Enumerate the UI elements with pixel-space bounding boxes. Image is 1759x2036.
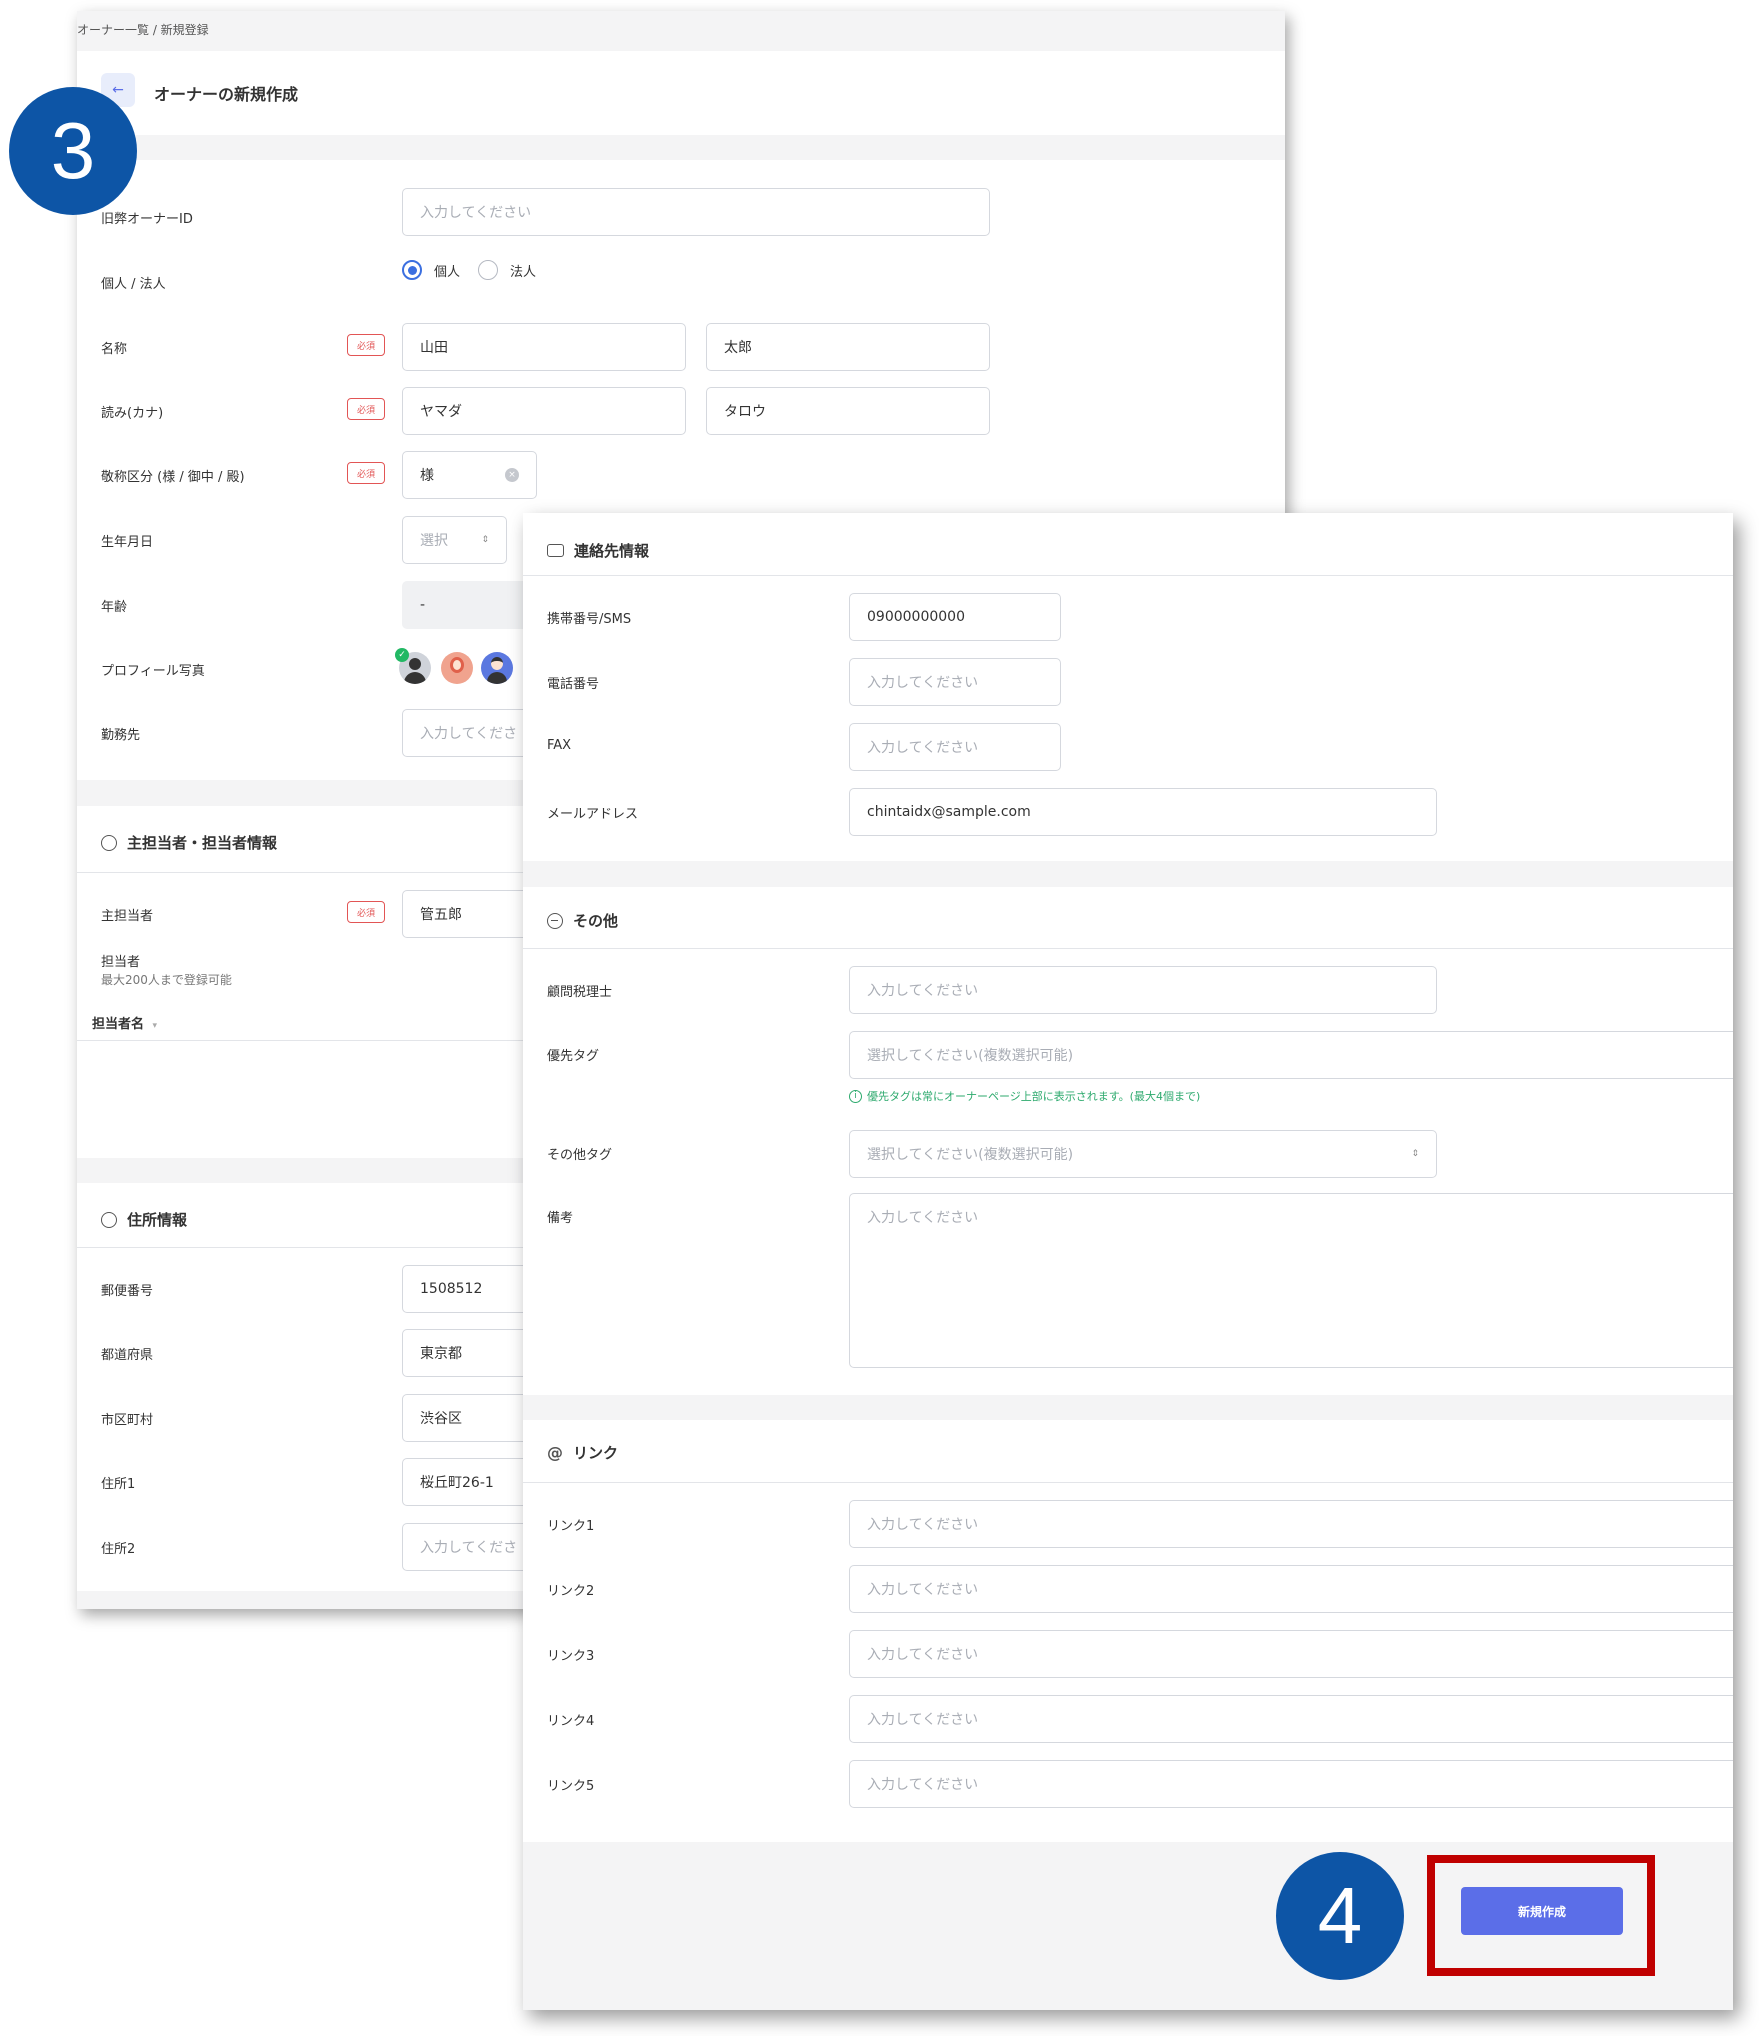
link5-input[interactable]: 入力してください bbox=[849, 1760, 1733, 1808]
required-badge: 必須 bbox=[347, 334, 385, 356]
mobile-label: 携帯番号/SMS bbox=[547, 612, 632, 627]
divider bbox=[523, 1482, 1733, 1483]
sort-icon: ⇕ bbox=[481, 535, 489, 545]
arrow-left-icon: ← bbox=[112, 82, 124, 98]
link4-label: リンク4 bbox=[547, 1714, 595, 1729]
link4-input[interactable]: 入力してください bbox=[849, 1695, 1733, 1743]
workplace-label: 勤務先 bbox=[101, 728, 141, 743]
mail-icon bbox=[547, 544, 564, 557]
old-owner-id-label: 旧弊オーナーID bbox=[101, 212, 193, 227]
other-card: その他 顧問税理士 入力してください 優先タグ 選択してください(複数選択可能)… bbox=[523, 887, 1733, 1395]
first-kana-input[interactable]: タロウ bbox=[706, 387, 990, 435]
required-badge: 必須 bbox=[347, 462, 385, 484]
at-icon: @ bbox=[547, 1443, 563, 1462]
info-icon: i bbox=[849, 1089, 862, 1103]
other-tag-label: その他タグ bbox=[547, 1148, 613, 1163]
link3-label: リンク3 bbox=[547, 1649, 595, 1664]
avatar-option-3[interactable] bbox=[481, 652, 513, 684]
memo-textarea[interactable]: 入力してください bbox=[849, 1193, 1733, 1368]
type-option-corporate: 法人 bbox=[510, 264, 537, 280]
clear-icon[interactable]: × bbox=[505, 468, 519, 482]
contact-card: 連絡先情報 携帯番号/SMS 09000000000 電話番号 入力してください… bbox=[523, 513, 1733, 861]
first-name-input[interactable]: 太郎 bbox=[706, 323, 990, 371]
link-section-title: @ リンク bbox=[547, 1443, 619, 1462]
radio-unchecked-icon bbox=[478, 260, 498, 280]
fax-input[interactable]: 入力してください bbox=[849, 723, 1061, 771]
honorific-select[interactable]: 様 × bbox=[402, 451, 537, 499]
check-icon: ✓ bbox=[395, 648, 409, 662]
honorific-value: 様 bbox=[420, 468, 434, 484]
mobile-input[interactable]: 09000000000 bbox=[849, 593, 1061, 641]
tax-accountant-label: 顧問税理士 bbox=[547, 985, 613, 1000]
required-badge: 必須 bbox=[347, 901, 385, 923]
main-staff-label: 主担当者 bbox=[101, 909, 154, 924]
link1-input[interactable]: 入力してください bbox=[849, 1500, 1733, 1548]
link2-input[interactable]: 入力してください bbox=[849, 1565, 1733, 1613]
avatar-option-2[interactable] bbox=[441, 652, 473, 684]
caret-down-icon: ▾ bbox=[152, 1021, 158, 1031]
age-value: - bbox=[402, 581, 542, 629]
kana-label: 読み(カナ) bbox=[101, 406, 164, 421]
phone-label: 電話番号 bbox=[547, 677, 600, 692]
staff-label: 担当者 bbox=[101, 955, 141, 970]
contact-section-title: 連絡先情報 bbox=[547, 540, 649, 561]
minus-circle-icon bbox=[547, 912, 563, 929]
staff-note: 最大200人まで登録可能 bbox=[101, 973, 232, 987]
create-button-highlight bbox=[1427, 1855, 1655, 1976]
divider bbox=[523, 948, 1733, 949]
fax-label: FAX bbox=[547, 738, 572, 753]
profile-photo-label: プロフィール写真 bbox=[101, 664, 205, 679]
link3-input[interactable]: 入力してください bbox=[849, 1630, 1733, 1678]
type-option-individual: 個人 bbox=[434, 264, 461, 280]
staff-name-column-header[interactable]: 担当者名 ▾ bbox=[92, 1013, 157, 1032]
required-badge: 必須 bbox=[347, 398, 385, 420]
phone-input[interactable]: 入力してください bbox=[849, 658, 1061, 706]
last-kana-input[interactable]: ヤマダ bbox=[402, 387, 686, 435]
breadcrumb[interactable]: オーナー一覧 / 新規登録 bbox=[77, 21, 209, 38]
birthday-placeholder: 選択 bbox=[420, 533, 448, 549]
birthday-select[interactable]: 選択 ⇕ bbox=[402, 516, 507, 564]
name-label: 名称 bbox=[101, 342, 128, 357]
page-title: オーナーの新規作成 bbox=[154, 85, 299, 104]
email-label: メールアドレス bbox=[547, 807, 639, 822]
last-name-input[interactable]: 山田 bbox=[402, 323, 686, 371]
birthday-label: 生年月日 bbox=[101, 535, 154, 550]
other-tag-select[interactable]: 選択してください(複数選択可能) ⇕ bbox=[849, 1130, 1437, 1178]
address-section-title: 住所情報 bbox=[101, 1209, 187, 1230]
priority-tag-label: 優先タグ bbox=[547, 1049, 600, 1064]
link1-label: リンク1 bbox=[547, 1519, 595, 1534]
divider bbox=[523, 575, 1733, 576]
sort-icon: ⇕ bbox=[1411, 1149, 1419, 1159]
memo-label: 備考 bbox=[547, 1211, 574, 1226]
address-label-1: 住所1 bbox=[101, 1477, 136, 1492]
type-label: 個人 / 法人 bbox=[101, 277, 166, 292]
person-icon bbox=[101, 834, 117, 851]
link5-label: リンク5 bbox=[547, 1779, 595, 1794]
priority-tag-select[interactable]: 選択してください(複数選択可能) bbox=[849, 1031, 1733, 1079]
link2-label: リンク2 bbox=[547, 1584, 595, 1599]
other-section-title: その他 bbox=[547, 910, 618, 931]
address-label-zip: 郵便番号 bbox=[101, 1284, 154, 1299]
staff-section-title: 主担当者・担当者情報 bbox=[101, 832, 277, 853]
step-3-badge: 3 bbox=[9, 87, 137, 215]
type-radio-individual[interactable]: 個人 bbox=[402, 260, 460, 280]
location-icon bbox=[101, 1211, 117, 1228]
owner-create-screen-continued: 連絡先情報 携帯番号/SMS 09000000000 電話番号 入力してください… bbox=[523, 513, 1733, 2010]
step-4-badge: 4 bbox=[1276, 1852, 1404, 1980]
old-owner-id-input[interactable]: 入力してください bbox=[402, 188, 990, 236]
email-input[interactable]: chintaidx@sample.com bbox=[849, 788, 1437, 836]
link-card: @ リンク リンク1 入力してください リンク2 入力してください リンク3 入… bbox=[523, 1420, 1733, 1842]
age-label: 年齢 bbox=[101, 600, 128, 615]
other-tag-placeholder: 選択してください(複数選択可能) bbox=[867, 1147, 1074, 1163]
tax-accountant-input[interactable]: 入力してください bbox=[849, 966, 1437, 1014]
radio-checked-icon bbox=[402, 260, 422, 280]
header-card: ← オーナーの新規作成 bbox=[77, 51, 1285, 135]
priority-tag-hint: i 優先タグは常にオーナーページ上部に表示されます。(最大4個まで) bbox=[849, 1088, 1200, 1104]
type-radio-corporate[interactable]: 法人 bbox=[478, 260, 536, 280]
address-label-2: 住所2 bbox=[101, 1542, 136, 1557]
honorific-label: 敬称区分 (様 / 御中 / 殿) bbox=[101, 470, 245, 485]
address-label-prefecture: 都道府県 bbox=[101, 1348, 154, 1363]
address-label-city: 市区町村 bbox=[101, 1413, 154, 1428]
